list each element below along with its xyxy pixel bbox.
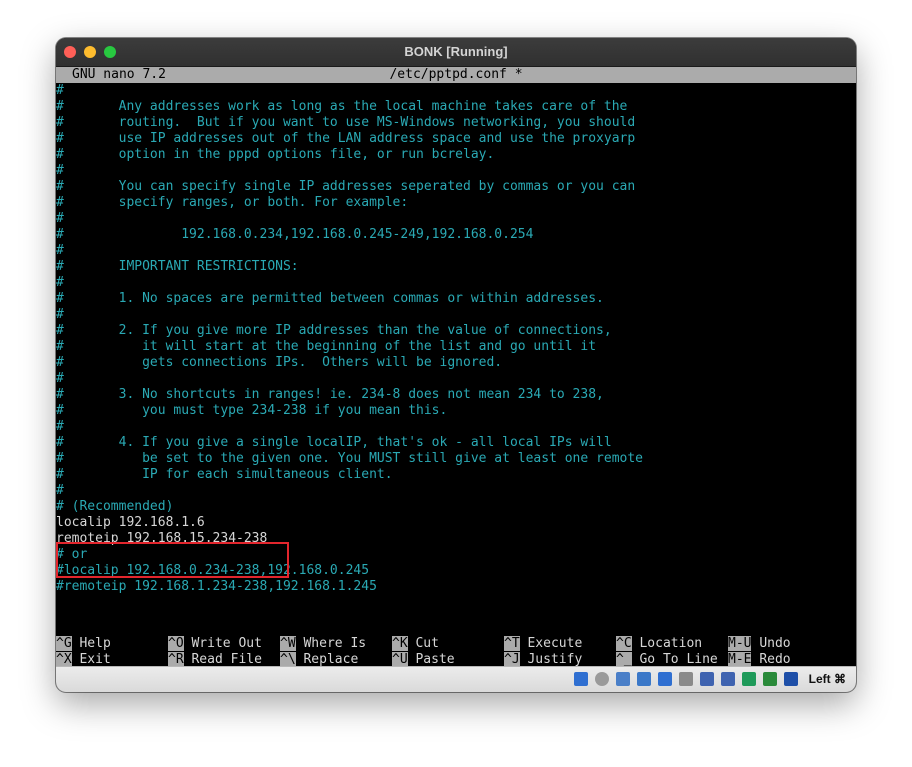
editor-line[interactable]: # 4. If you give a single localIP, that'… bbox=[56, 435, 856, 451]
nano-filename: /etc/pptpd.conf * bbox=[389, 67, 523, 82]
recording-icon[interactable] bbox=[742, 672, 756, 686]
editor-line[interactable]: localip 192.168.1.6 bbox=[56, 515, 856, 531]
editor-line[interactable]: # 1. No spaces are permitted between com… bbox=[56, 291, 856, 307]
shortcut-key: ^U bbox=[392, 652, 408, 667]
shortcut-label: Paste bbox=[415, 652, 455, 667]
shortcut-cut: ^K Cut bbox=[392, 636, 439, 652]
editor-text-area[interactable]: # # Any addresses work as long as the loc… bbox=[56, 83, 856, 595]
editor-line[interactable]: # 192.168.0.234,192.168.0.245-249,192.16… bbox=[56, 227, 856, 243]
shortcut-label: Go To Line bbox=[639, 652, 718, 667]
shortcut-where-is: ^W Where Is bbox=[280, 636, 366, 652]
shortcut-key: ^K bbox=[392, 636, 408, 651]
editor-line[interactable]: #remoteip 192.168.1.234-238,192.168.1.24… bbox=[56, 579, 856, 595]
shortcut-key: ^O bbox=[168, 636, 184, 651]
editor-line[interactable]: # (Recommended) bbox=[56, 499, 856, 515]
hard-disk-icon[interactable] bbox=[574, 672, 588, 686]
shortcut-label: Help bbox=[79, 636, 111, 651]
editor-line[interactable]: # 2. If you give more IP addresses than … bbox=[56, 323, 856, 339]
virtualbox-window: BONK [Running] GNU nano 7.2 /etc/pptpd.c… bbox=[56, 38, 856, 692]
shortcut-label: Where Is bbox=[303, 636, 367, 651]
shortcut-label: Undo bbox=[759, 636, 791, 651]
editor-line[interactable]: # be set to the given one. You MUST stil… bbox=[56, 451, 856, 467]
usb-icon[interactable] bbox=[658, 672, 672, 686]
shortcut-key: ^R bbox=[168, 652, 184, 667]
editor-line[interactable]: # bbox=[56, 371, 856, 387]
shortcut-label: Execute bbox=[527, 636, 583, 651]
vm-status-bar: Left ⌘ bbox=[56, 666, 856, 692]
editor-line[interactable]: # bbox=[56, 163, 856, 179]
editor-line[interactable]: # use IP addresses out of the LAN addres… bbox=[56, 131, 856, 147]
highlight-box bbox=[56, 542, 289, 578]
shortcut-key: M-U bbox=[728, 636, 752, 651]
shortcut-key: ^G bbox=[56, 636, 72, 651]
editor-line[interactable]: # specify ranges, or both. For example: bbox=[56, 195, 856, 211]
shortcut-key: ^C bbox=[616, 636, 632, 651]
mouse-integration-icon[interactable] bbox=[784, 672, 798, 686]
shortcut-undo: M-U Undo bbox=[728, 636, 791, 652]
editor-line[interactable]: # bbox=[56, 243, 856, 259]
editor-line[interactable]: # you must type 234-238 if you mean this… bbox=[56, 403, 856, 419]
editor-line[interactable]: # routing. But if you want to use MS-Win… bbox=[56, 115, 856, 131]
window-title: BONK [Running] bbox=[404, 44, 508, 59]
shortcut-key: ^\ bbox=[280, 652, 296, 667]
shortcut-label: Location bbox=[639, 636, 703, 651]
nano-title-bar: GNU nano 7.2 /etc/pptpd.conf * bbox=[56, 67, 856, 83]
editor-line[interactable]: # gets connections IPs. Others will be i… bbox=[56, 355, 856, 371]
shortcut-help: ^G Help bbox=[56, 636, 111, 652]
display-icon[interactable] bbox=[700, 672, 714, 686]
editor-line[interactable]: # bbox=[56, 83, 856, 99]
shortcut-key: ^J bbox=[504, 652, 520, 667]
shortcut-key: ^_ bbox=[616, 652, 632, 667]
shortcut-location: ^C Location bbox=[616, 636, 702, 652]
shortcut-key: ^W bbox=[280, 636, 296, 651]
shortcut-key: M-E bbox=[728, 652, 752, 667]
shortcut-label: Write Out bbox=[191, 636, 262, 651]
nano-editor[interactable]: GNU nano 7.2 /etc/pptpd.conf * # # Any ad… bbox=[56, 67, 856, 668]
shortcut-label: Read File bbox=[191, 652, 262, 667]
video-capture-icon[interactable] bbox=[721, 672, 735, 686]
shortcut-key: ^X bbox=[56, 652, 72, 667]
editor-line[interactable]: # bbox=[56, 483, 856, 499]
editor-line[interactable]: # it will start at the beginning of the … bbox=[56, 339, 856, 355]
shortcut-label: Exit bbox=[79, 652, 111, 667]
editor-line[interactable]: # option in the pppd options file, or ru… bbox=[56, 147, 856, 163]
editor-line[interactable]: # IMPORTANT RESTRICTIONS: bbox=[56, 259, 856, 275]
editor-line[interactable]: # 3. No shortcuts in ranges! ie. 234-8 d… bbox=[56, 387, 856, 403]
audio-icon[interactable] bbox=[616, 672, 630, 686]
editor-line[interactable]: # You can specify single IP addresses se… bbox=[56, 179, 856, 195]
shortcut-label: Redo bbox=[759, 652, 791, 667]
shortcut-label: Justify bbox=[527, 652, 583, 667]
editor-line[interactable]: # IP for each simultaneous client. bbox=[56, 467, 856, 483]
editor-line[interactable]: # bbox=[56, 419, 856, 435]
editor-line[interactable]: # bbox=[56, 275, 856, 291]
shortcut-bar: ^G Help ^X Exit ^O Write Out ^R Read File ^W… bbox=[56, 636, 856, 668]
host-key-indicator[interactable]: Left ⌘ bbox=[809, 672, 846, 686]
shortcut-write-out: ^O Write Out bbox=[168, 636, 262, 652]
optical-drive-icon[interactable] bbox=[595, 672, 609, 686]
editor-line[interactable]: # bbox=[56, 211, 856, 227]
shortcut-key: ^T bbox=[504, 636, 520, 651]
shortcut-execute: ^T Execute bbox=[504, 636, 582, 652]
shared-folder-icon[interactable] bbox=[679, 672, 693, 686]
editor-line[interactable]: # bbox=[56, 307, 856, 323]
editor-line[interactable]: # Any addresses work as long as the loca… bbox=[56, 99, 856, 115]
shortcut-label: Replace bbox=[303, 652, 359, 667]
network-icon[interactable] bbox=[637, 672, 651, 686]
cpu-icon[interactable] bbox=[763, 672, 777, 686]
shortcut-label: Cut bbox=[415, 636, 439, 651]
title-bar[interactable]: BONK [Running] bbox=[56, 38, 856, 67]
